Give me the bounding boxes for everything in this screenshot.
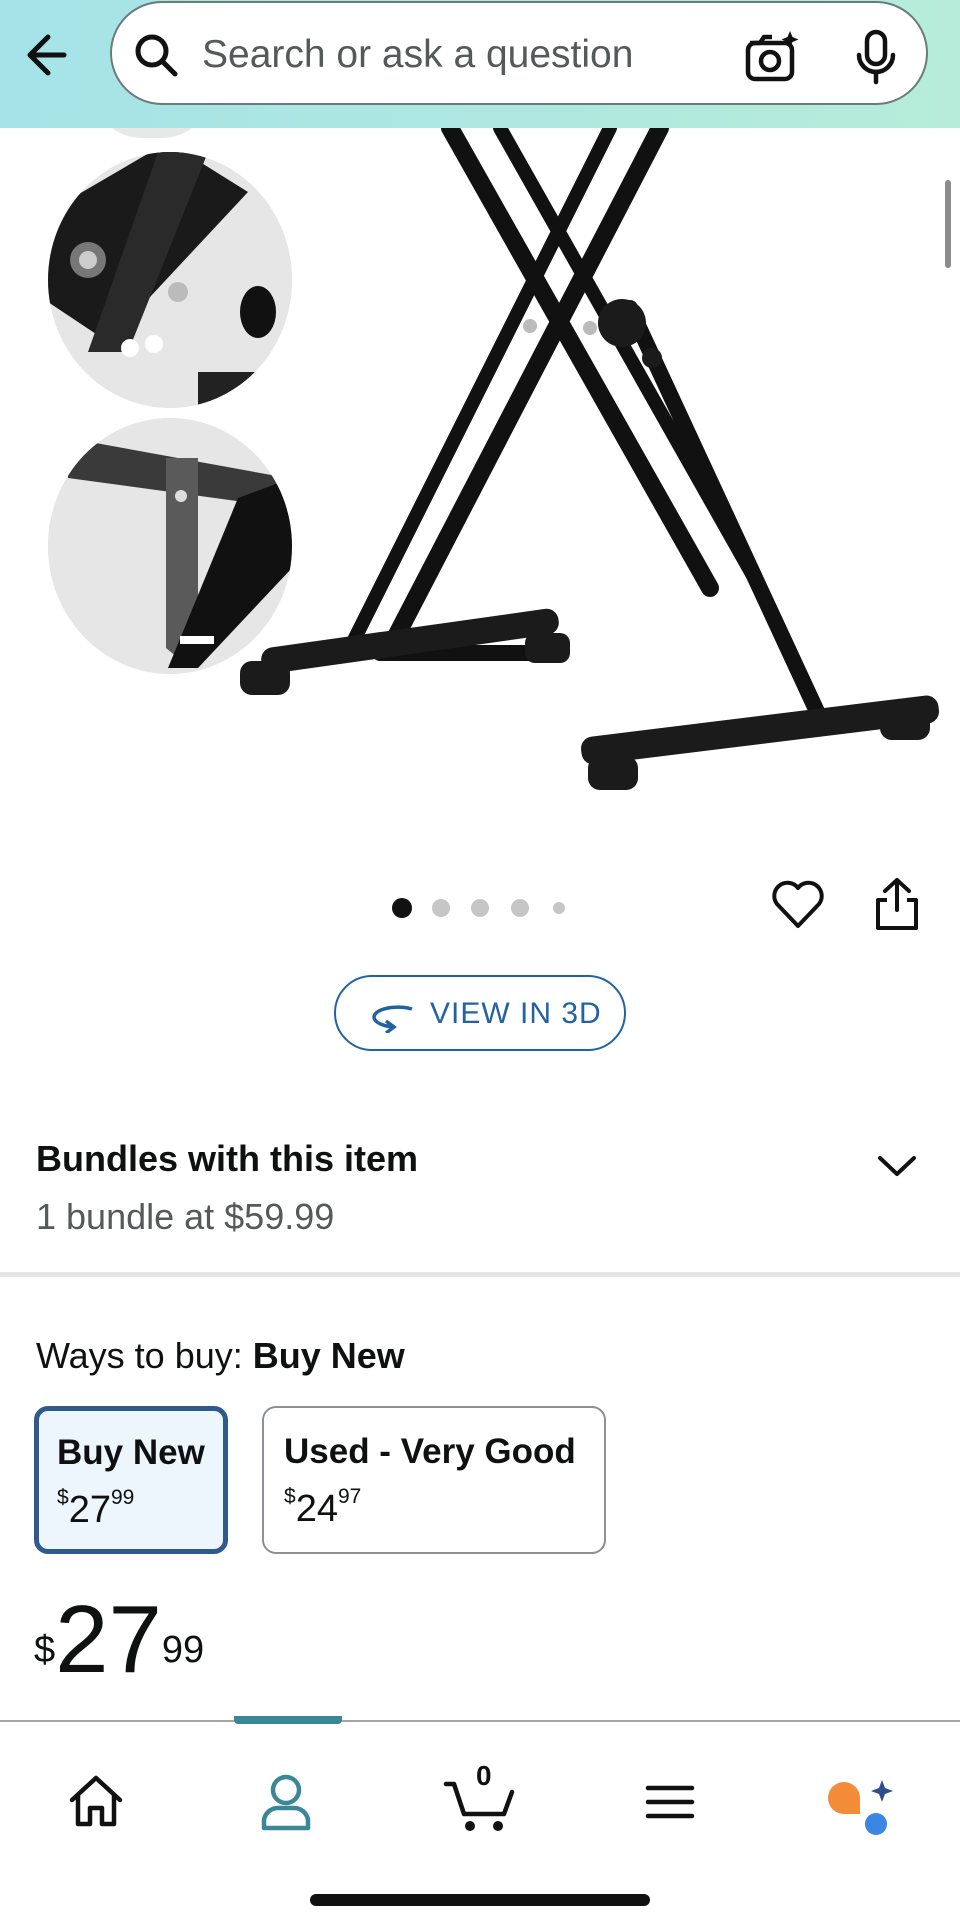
microphone-icon[interactable] xyxy=(854,29,898,85)
thumbnail-partial xyxy=(92,128,212,138)
page-scrollbar[interactable] xyxy=(945,180,951,268)
back-arrow-icon[interactable] xyxy=(22,28,88,82)
product-price: $2799 xyxy=(34,1586,205,1693)
view-in-3d-button[interactable]: VIEW IN 3D xyxy=(334,975,626,1051)
camera-sparkle-icon[interactable] xyxy=(744,29,800,83)
top-header: Search or ask a question xyxy=(0,0,960,128)
menu-icon[interactable] xyxy=(630,1762,710,1842)
option-price: $2799 xyxy=(57,1486,135,1531)
heart-icon[interactable] xyxy=(770,876,826,932)
carousel-dot-3[interactable] xyxy=(471,899,489,917)
carousel-dot-2[interactable] xyxy=(432,899,450,917)
product-image-gallery[interactable] xyxy=(0,128,960,818)
option-title: Buy New xyxy=(57,1433,205,1472)
rotate-3d-icon xyxy=(364,997,420,1035)
carousel-dot-1[interactable] xyxy=(392,898,412,918)
ways-to-buy-text: Ways to buy: xyxy=(36,1335,243,1376)
home-indicator-bar xyxy=(310,1894,650,1906)
carousel-dot-4[interactable] xyxy=(511,899,529,917)
section-divider xyxy=(0,1272,960,1277)
option-title: Used - Very Good xyxy=(284,1432,576,1471)
option-price: $2497 xyxy=(284,1485,362,1530)
share-icon[interactable] xyxy=(874,876,920,932)
bottom-navigation: 0 xyxy=(0,1716,960,1922)
chevron-down-icon[interactable] xyxy=(872,1146,922,1186)
rufus-icon[interactable] xyxy=(820,1762,900,1842)
ways-to-buy-label: Ways to buy: Buy New xyxy=(36,1335,405,1377)
ways-to-buy-selected: Buy New xyxy=(252,1335,405,1376)
cart-count: 0 xyxy=(476,1760,492,1791)
home-icon[interactable] xyxy=(56,1762,136,1842)
used-very-good-option[interactable]: Used - Very Good $2497 xyxy=(262,1406,606,1554)
search-input[interactable]: Search or ask a question xyxy=(202,33,633,77)
buy-new-option[interactable]: Buy New $2799 xyxy=(34,1406,228,1554)
bundles-section[interactable]: Bundles with this item 1 bundle at $59.9… xyxy=(0,1120,960,1272)
search-bar[interactable]: Search or ask a question xyxy=(110,1,928,105)
search-icon xyxy=(134,33,178,77)
product-main-image xyxy=(240,128,939,790)
carousel-dot-5[interactable] xyxy=(553,902,565,914)
bundles-subtitle: 1 bundle at $59.99 xyxy=(36,1196,335,1237)
bundles-title: Bundles with this item xyxy=(36,1138,419,1179)
image-carousel-dots[interactable] xyxy=(390,895,570,918)
account-icon[interactable] xyxy=(246,1762,326,1842)
view-in-3d-label: VIEW IN 3D xyxy=(430,997,602,1030)
cart-icon[interactable]: 0 xyxy=(440,1760,520,1842)
active-tab-indicator xyxy=(234,1716,342,1724)
